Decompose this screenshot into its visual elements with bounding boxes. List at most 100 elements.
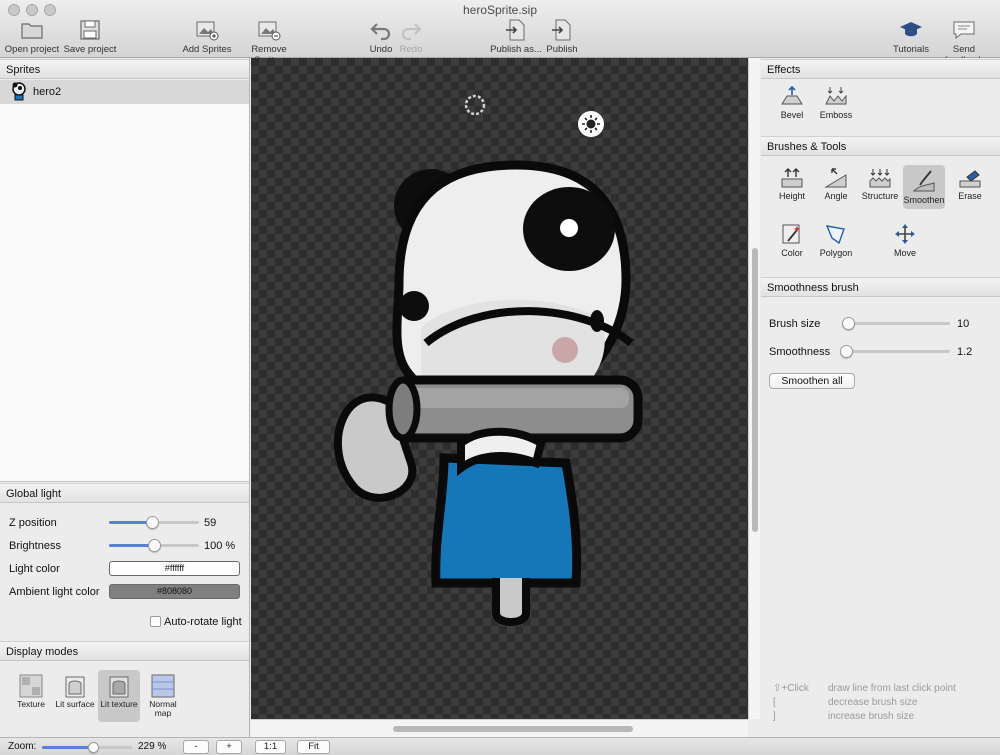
tool-label: Erase: [958, 191, 982, 201]
redo-button[interactable]: Redo: [397, 18, 425, 55]
hint-key: ]: [773, 711, 776, 722]
zoom-slider[interactable]: [42, 742, 132, 753]
display-mode-lit-texture[interactable]: Lit texture: [98, 670, 140, 722]
brushes-tools-header: Brushes & Tools: [761, 136, 1000, 156]
tutorials-label: Tutorials: [892, 44, 930, 55]
tool-angle-button[interactable]: Angle: [815, 161, 857, 209]
tutorials-button[interactable]: Tutorials: [891, 18, 931, 55]
tool-label: Height: [778, 191, 805, 201]
tool-label: Color: [781, 248, 803, 258]
brush-size-label: Brush size: [769, 318, 821, 330]
tool-label: Smoothen: [903, 195, 945, 205]
light-color-label: Light color: [9, 563, 60, 575]
smoothness-slider[interactable]: [840, 345, 950, 358]
sprite-thumbnail-icon: [12, 82, 26, 101]
publish-button[interactable]: Publish: [545, 18, 579, 55]
zoom-value: 229 %: [138, 741, 167, 752]
tool-polygon-button[interactable]: Polygon: [815, 218, 857, 266]
sprite-list-item[interactable]: hero2: [0, 80, 249, 104]
auto-rotate-light-checkbox[interactable]: [150, 616, 161, 627]
smoothness-value: 1.2: [957, 346, 973, 358]
height-brush-icon: [781, 168, 803, 188]
window-toolbar: heroSprite.sip Open project Save project…: [0, 0, 1000, 66]
brush-size-slider-knob[interactable]: [842, 317, 856, 330]
sprite-canvas[interactable]: [251, 58, 748, 719]
add-sprites-label: Add Sprites: [182, 44, 232, 55]
zoom-out-button[interactable]: -: [183, 740, 209, 754]
tool-label: Structure: [861, 191, 899, 201]
publish-label: Publish: [546, 44, 578, 55]
color-wand-icon: [782, 224, 800, 244]
add-sprites-button[interactable]: Add Sprites: [182, 18, 232, 55]
add-image-icon: [196, 21, 219, 41]
z-position-value: 59: [204, 517, 217, 529]
canvas-horizontal-scrollbar[interactable]: [251, 719, 748, 737]
publish-as-button[interactable]: Publish as...: [490, 18, 542, 55]
smoothness-slider-knob[interactable]: [840, 345, 853, 358]
save-project-button[interactable]: Save project: [63, 18, 117, 55]
brush-size-value: 10: [957, 318, 970, 330]
z-position-label: Z position: [9, 517, 57, 529]
texture-mode-icon: [19, 674, 43, 698]
window-title: heroSprite.sip: [462, 3, 538, 17]
brightness-slider[interactable]: [109, 539, 199, 552]
display-mode-normal-map[interactable]: Normal map: [142, 670, 184, 722]
tool-structure-button[interactable]: Structure: [859, 161, 901, 209]
angle-brush-icon: [824, 168, 847, 188]
remove-image-icon: [258, 21, 281, 41]
right-panel: [760, 58, 1000, 737]
canvas-horizontal-scroll-thumb[interactable]: [393, 726, 633, 732]
undo-arrow-icon: [370, 23, 391, 41]
zoom-fit-button[interactable]: Fit: [297, 740, 330, 754]
sprites-list: hero2: [0, 80, 249, 482]
effect-bevel-button[interactable]: Bevel: [771, 80, 813, 128]
auto-rotate-light-label: Auto-rotate light: [164, 616, 242, 628]
hero-sprite-image: [333, 94, 643, 626]
undo-label: Undo: [369, 44, 393, 55]
emboss-icon: [825, 87, 847, 105]
zoom-actual-size-button[interactable]: 1:1: [255, 740, 286, 754]
eraser-icon: [959, 170, 981, 188]
tool-label: Angle: [824, 191, 848, 201]
redo-label: Redo: [399, 44, 423, 55]
z-position-slider[interactable]: [109, 516, 199, 529]
light-color-well[interactable]: #ffffff: [109, 561, 240, 576]
smoothness-brush-header: Smoothness brush: [761, 277, 1000, 297]
tool-move-button[interactable]: Move: [884, 218, 926, 266]
brush-size-slider[interactable]: [842, 317, 950, 330]
move-arrows-icon: [895, 224, 915, 244]
tool-erase-button[interactable]: Erase: [949, 161, 991, 209]
effect-label: Emboss: [819, 110, 853, 120]
effect-emboss-button[interactable]: Emboss: [815, 80, 857, 128]
smoothness-label: Smoothness: [769, 346, 831, 358]
undo-button[interactable]: Undo: [366, 18, 396, 55]
zoom-bar: Zoom: 229 % - + 1:1 Fit: [0, 737, 1000, 755]
display-modes-header: Display modes: [0, 641, 249, 661]
canvas-vertical-scroll-thumb[interactable]: [752, 248, 758, 532]
open-project-button[interactable]: Open project: [4, 18, 60, 55]
zoom-in-button[interactable]: +: [216, 740, 242, 754]
sprite-name: hero2: [33, 86, 62, 98]
hint-key: ⇧+Click: [773, 683, 809, 694]
brightness-label: Brightness: [9, 540, 61, 552]
speech-bubble-icon: [953, 21, 975, 40]
tool-smoothen-button[interactable]: Smoothen: [903, 165, 945, 209]
smoothen-all-button[interactable]: Smoothen all: [769, 373, 855, 389]
smoothen-brush-icon: [912, 170, 935, 192]
global-light-header: Global light: [0, 483, 249, 503]
tool-color-button[interactable]: Color: [771, 218, 813, 266]
open-project-label: Open project: [4, 44, 60, 55]
canvas-vertical-scrollbar[interactable]: [748, 58, 760, 719]
display-mode-texture[interactable]: Texture: [10, 670, 52, 722]
structure-brush-icon: [869, 169, 891, 188]
light-position-ring-icon: [464, 94, 486, 116]
display-mode-lit-surface[interactable]: Lit surface: [54, 670, 96, 722]
zoom-slider-knob[interactable]: [88, 742, 100, 753]
publish-as-label: Publish as...: [490, 44, 542, 55]
ambient-light-color-well[interactable]: #808080: [109, 584, 240, 599]
brightness-slider-knob[interactable]: [148, 539, 161, 552]
normal-map-mode-icon: [151, 674, 175, 698]
tool-height-button[interactable]: Height: [771, 161, 813, 209]
zoom-label: Zoom:: [8, 741, 37, 752]
lit-surface-mode-icon: [65, 676, 85, 698]
